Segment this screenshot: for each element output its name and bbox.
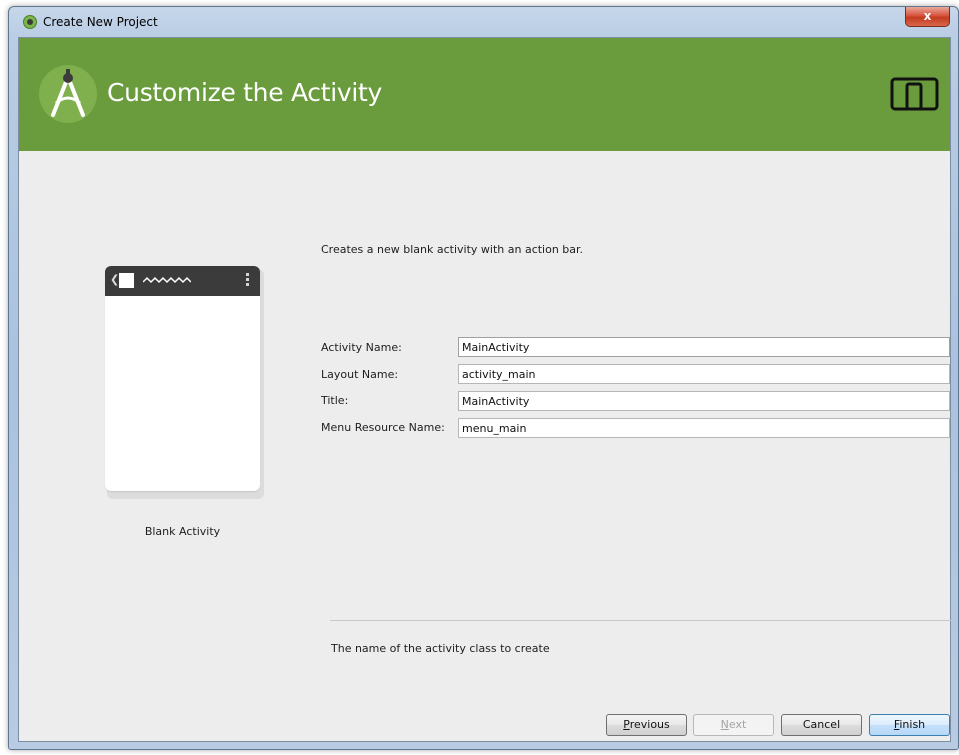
next-label: ext (728, 718, 747, 731)
tablet-phone-icon (890, 77, 939, 111)
preview-action-bar: ❮ (105, 266, 260, 296)
previous-button[interactable]: Previous (606, 714, 687, 736)
page-title: Customize the Activity (107, 78, 383, 107)
activity-preview: ❮ (105, 266, 260, 491)
template-description: Creates a new blank activity with an act… (321, 243, 584, 256)
activity-name-label: Activity Name: (321, 341, 402, 354)
title-input[interactable] (458, 391, 950, 411)
next-mnemonic: N (720, 718, 729, 731)
close-button[interactable]: x (905, 7, 950, 27)
title-label: Title: (321, 394, 349, 407)
previous-label: revious (629, 718, 670, 731)
android-studio-logo (39, 65, 97, 123)
back-chevron-icon: ❮ (110, 273, 120, 286)
header-banner: Customize the Activity (19, 38, 950, 151)
title-bar[interactable]: Create New Project x (9, 7, 958, 37)
title-squiggle-icon (143, 276, 191, 284)
next-button[interactable]: Next (693, 714, 774, 736)
menu-resource-label: Menu Resource Name: (321, 421, 445, 434)
android-studio-icon (23, 15, 37, 29)
dialog-content: Customize the Activity ❮ Blank Activity (18, 37, 951, 742)
window-title: Create New Project (43, 15, 158, 29)
close-icon: x (923, 9, 932, 23)
divider (330, 620, 951, 621)
dialog-window: Create New Project x Customize the Activ… (8, 6, 959, 750)
finish-button[interactable]: Finish (869, 714, 950, 736)
field-hint: The name of the activity class to create (331, 642, 550, 655)
template-name: Blank Activity (144, 525, 221, 538)
layout-name-input[interactable] (458, 364, 950, 384)
menu-resource-input[interactable] (458, 418, 950, 438)
activity-name-input[interactable] (458, 337, 950, 357)
finish-label: inish (899, 718, 926, 731)
overflow-menu-icon (246, 273, 250, 289)
layout-name-label: Layout Name: (321, 368, 399, 381)
app-icon-placeholder (119, 273, 134, 288)
cancel-button[interactable]: Cancel (781, 714, 862, 736)
